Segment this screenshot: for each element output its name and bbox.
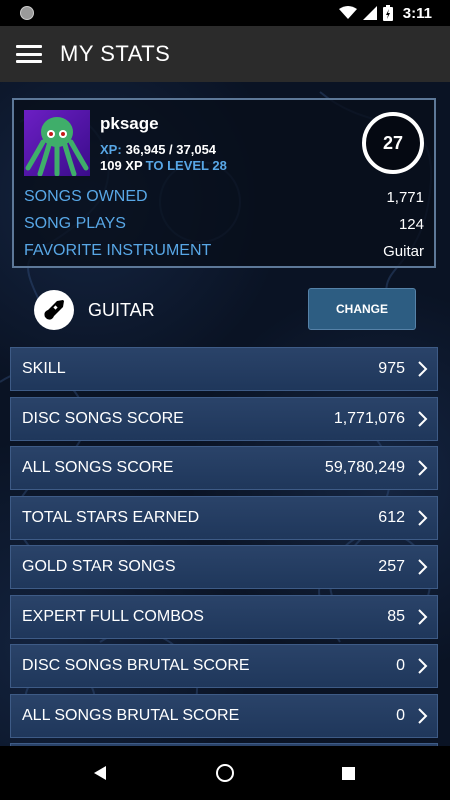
recent-apps-icon[interactable] (342, 767, 355, 780)
row-value: 975 (378, 360, 405, 377)
stats-list: SKILL 975 DISC SONGS SCORE 1,771,076 ALL… (10, 347, 438, 746)
xp-remaining: 109 XP (100, 158, 143, 173)
instrument-name: GUITAR (88, 300, 155, 320)
xp-to-next-level: 109 XP TO LEVEL 28 (100, 158, 227, 173)
row-label: DISC SONGS BRUTAL SCORE (22, 657, 250, 674)
row-label: SKILL (22, 360, 66, 377)
avatar[interactable] (24, 110, 90, 177)
chevron-right-icon (418, 608, 428, 625)
stat-row-all-songs-score[interactable]: ALL SONGS SCORE 59,780,249 (10, 446, 438, 490)
chevron-right-icon (418, 361, 428, 377)
notification-icon (20, 6, 34, 20)
row-value: 612 (378, 508, 405, 526)
level-number: 27 (382, 132, 404, 153)
app-bar: MY STATS (0, 26, 450, 82)
row-value: 0 (396, 657, 405, 674)
favorite-instrument-row: FAVORITE INSTRUMENT Guitar (24, 238, 424, 264)
battery-charging-icon (382, 5, 393, 21)
level-badge: 27 (362, 112, 424, 174)
row-label: DISC SONGS SCORE (22, 409, 184, 427)
change-instrument-button[interactable]: CHANGE (308, 288, 416, 330)
stat-row-gold-star-songs[interactable]: GOLD STAR SONGS 257 (10, 545, 438, 589)
row-value: 0 (396, 706, 405, 724)
stat-row-skill[interactable]: SKILL 975 (10, 347, 438, 391)
chevron-right-icon (418, 460, 428, 476)
octopus-avatar-icon (25, 117, 89, 177)
home-icon[interactable] (216, 764, 234, 782)
row-label: EXPERT FULL COMBOS (22, 607, 204, 625)
stat-label: FAVORITE INSTRUMENT (24, 242, 212, 259)
back-icon[interactable] (93, 765, 107, 781)
row-value: 1,771,076 (333, 409, 405, 427)
row-label: TOTAL STARS EARNED (22, 508, 200, 526)
cell-signal-icon (362, 6, 377, 20)
profile-card: pksage XP: 36,945 / 37,054 109 XP TO LEVEL… (12, 98, 436, 268)
chevron-right-icon (418, 509, 428, 526)
chevron-right-icon (418, 559, 428, 575)
instrument-selector: GUITAR CHANGE (0, 282, 450, 338)
guitar-icon (34, 290, 74, 330)
navigation-bar (0, 746, 450, 800)
status-icons: 3:11 (338, 0, 432, 26)
stat-row-disc-songs-brutal-score[interactable]: DISC SONGS BRUTAL SCORE 0 (10, 644, 438, 688)
row-label: ALL SONGS SCORE (22, 459, 174, 476)
stat-row-disc-songs-score[interactable]: DISC SONGS SCORE 1,771,076 (10, 396, 438, 441)
row-value: 257 (378, 558, 405, 575)
stat-label: SONG PLAYS (24, 215, 126, 232)
status-bar: 3:11 (0, 0, 450, 26)
status-time: 3:11 (402, 4, 432, 22)
songs-owned-row: SONGS OWNED 1,771 (24, 184, 424, 210)
row-label: ALL SONGS BRUTAL SCORE (22, 706, 240, 724)
xp-progress: XP: 36,945 / 37,054 (100, 142, 216, 157)
chevron-right-icon (418, 658, 428, 674)
wifi-icon (338, 6, 357, 19)
xp-label: XP: (100, 142, 122, 157)
page-title: MY STATS (60, 41, 171, 66)
chevron-right-icon (418, 707, 428, 724)
xp-value: 36,945 / 37,054 (125, 142, 217, 157)
row-value: 85 (387, 607, 405, 625)
stat-row-all-songs-brutal-score[interactable]: ALL SONGS BRUTAL SCORE 0 (10, 693, 438, 738)
stat-value: 124 (398, 215, 424, 233)
username: pksage (100, 114, 159, 133)
hamburger-menu-icon[interactable] (16, 45, 42, 63)
next-level-label: TO LEVEL 28 (145, 158, 227, 173)
chevron-right-icon (418, 410, 428, 427)
stat-row-total-stars[interactable]: TOTAL STARS EARNED 612 (10, 495, 438, 540)
stat-row-expert-full-combos[interactable]: EXPERT FULL COMBOS 85 (10, 594, 438, 639)
song-plays-row: SONG PLAYS 124 (24, 211, 424, 237)
stats-content[interactable]: pksage XP: 36,945 / 37,054 109 XP TO LEVEL… (0, 82, 450, 746)
row-label: GOLD STAR SONGS (22, 558, 176, 575)
stat-value: Guitar (383, 242, 424, 260)
stat-value: 1,771 (386, 188, 424, 206)
stat-label: SONGS OWNED (24, 188, 148, 205)
row-value: 59,780,249 (324, 459, 405, 476)
